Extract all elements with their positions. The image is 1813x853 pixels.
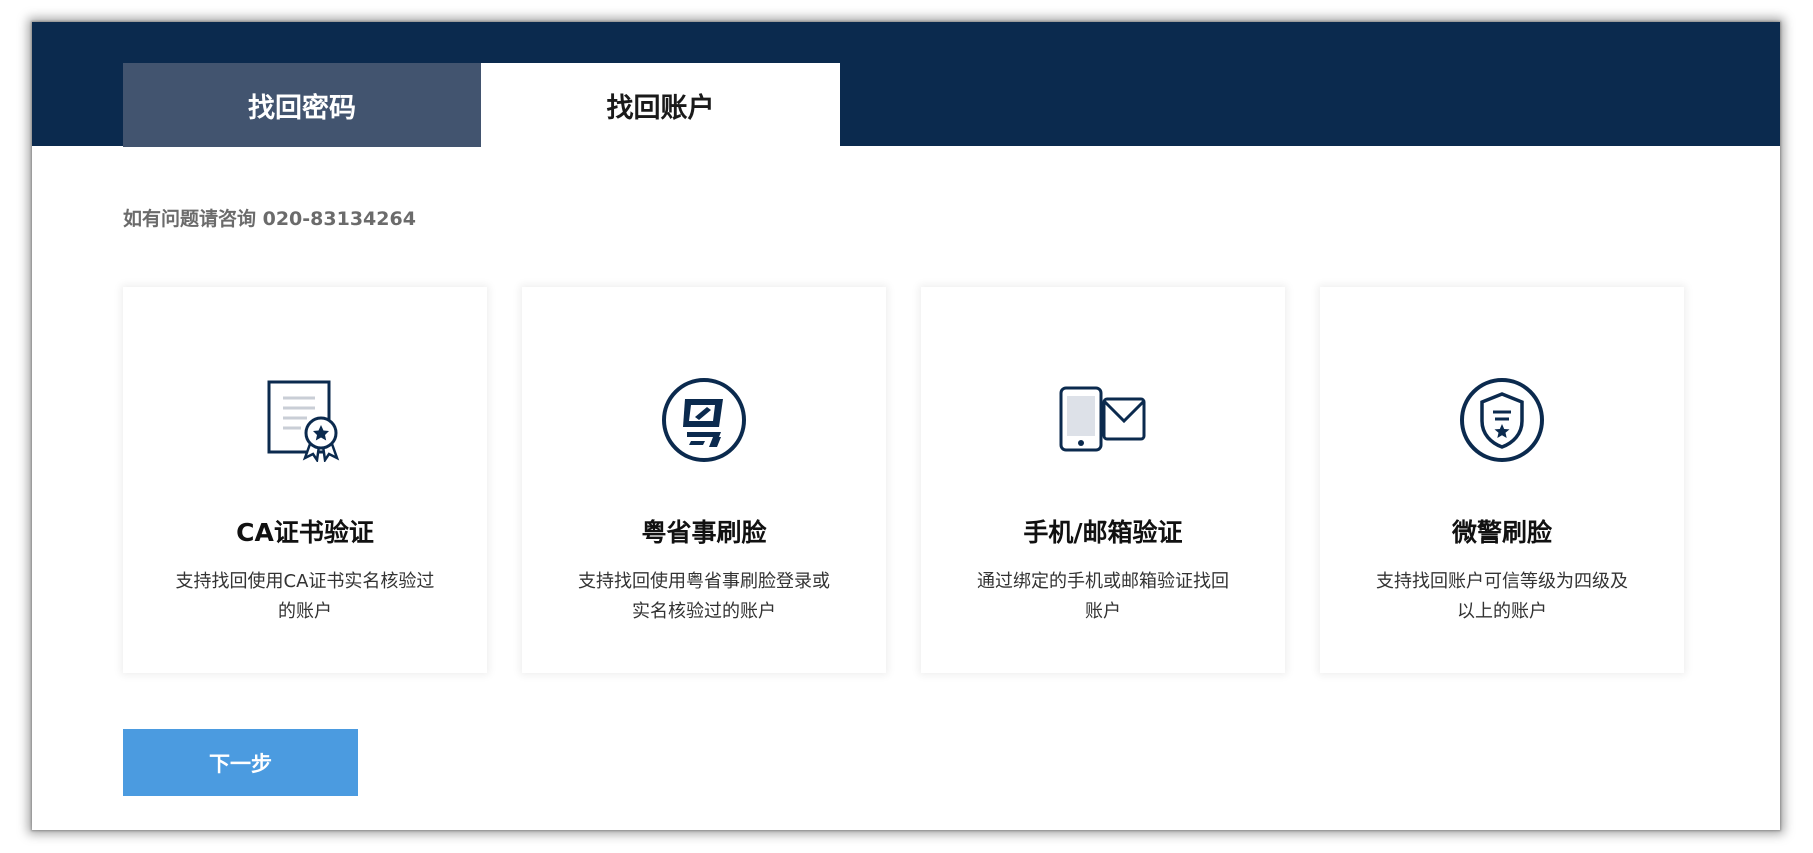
help-hint: 如有问题请咨询 020-83134264: [123, 208, 416, 230]
tab-find-account[interactable]: 找回账户: [481, 63, 840, 148]
certificate-icon: [123, 375, 487, 465]
option-card-yue-sheng-shi[interactable]: 粤省事刷脸 支持找回使用粤省事刷脸登录或 实名核验过的账户: [522, 287, 886, 673]
card-title: 手机/邮箱验证: [1023, 518, 1183, 547]
card-title: CA证书验证: [236, 518, 374, 547]
option-card-phone-mail[interactable]: 手机/邮箱验证 通过绑定的手机或邮箱验证找回 账户: [921, 287, 1285, 673]
yue-sheng-shi-icon: [522, 375, 886, 465]
card-description: 支持找回使用粤省事刷脸登录或 实名核验过的账户: [560, 567, 848, 627]
next-step-button[interactable]: 下一步: [123, 729, 358, 796]
next-step-button-label: 下一步: [209, 751, 272, 776]
tab-find-account-label: 找回账户: [606, 93, 715, 124]
tab-find-password[interactable]: 找回密码: [123, 63, 481, 147]
card-title: 微警刷脸: [1451, 518, 1552, 547]
card-description: 支持找回账户可信等级为四级及 以上的账户: [1358, 567, 1646, 627]
police-shield-icon: [1320, 375, 1684, 465]
option-card-wei-jing[interactable]: 微警刷脸 支持找回账户可信等级为四级及 以上的账户: [1320, 287, 1684, 673]
card-description: 支持找回使用CA证书实名核验过 的账户: [161, 567, 449, 627]
card-description-line: 实名核验过的账户: [632, 601, 776, 622]
page-frame: 找回密码 找回账户 如有问题请咨询 020-83134264 CA证书验证 支持…: [0, 0, 1813, 853]
card-description-line: 账户: [1085, 601, 1121, 622]
recovery-panel: 找回密码 找回账户 如有问题请咨询 020-83134264 CA证书验证 支持…: [32, 22, 1780, 830]
card-description-line: 通过绑定的手机或邮箱验证找回: [977, 571, 1229, 592]
card-description-line: 支持找回使用粤省事刷脸登录或: [578, 571, 830, 592]
card-title: 粤省事刷脸: [641, 518, 767, 547]
option-card-ca[interactable]: CA证书验证 支持找回使用CA证书实名核验过 的账户: [123, 287, 487, 673]
card-description-line: 支持找回使用CA证书实名核验过: [175, 571, 435, 592]
card-description: 通过绑定的手机或邮箱验证找回 账户: [959, 567, 1247, 627]
tab-find-password-label: 找回密码: [248, 92, 356, 124]
card-description-line: 以上的账户: [1457, 601, 1547, 622]
card-description-line: 的账户: [278, 601, 332, 622]
phone-mail-icon: [921, 375, 1285, 465]
card-description-line: 支持找回账户可信等级为四级及: [1376, 571, 1628, 592]
